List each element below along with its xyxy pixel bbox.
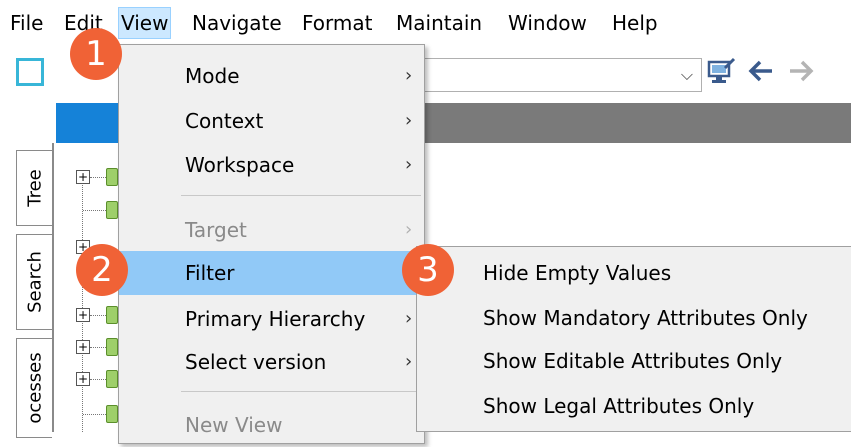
menu-item-new-view: New View bbox=[119, 403, 424, 447]
menu-item-label: Filter bbox=[185, 261, 235, 285]
tree-connector bbox=[90, 177, 106, 179]
view-menu-dropdown: Mode › Context › Workspace › Target › Fi… bbox=[118, 44, 425, 444]
submenu-arrow-icon: › bbox=[405, 351, 413, 372]
submenu-arrow-icon: › bbox=[405, 154, 413, 175]
menu-item-context[interactable]: Context › bbox=[119, 99, 424, 143]
menu-item-target: Target › bbox=[119, 208, 424, 252]
menu-navigate[interactable]: Navigate bbox=[190, 8, 284, 38]
tree-expand-icon[interactable]: + bbox=[76, 372, 90, 386]
tab-processes-label: ocesses bbox=[24, 352, 45, 424]
submenu-arrow-icon: › bbox=[405, 308, 413, 329]
filter-submenu: Hide Empty Values Show Mandatory Attribu… bbox=[416, 246, 851, 432]
tree-node-icon[interactable] bbox=[106, 370, 118, 388]
tree-connector bbox=[90, 347, 106, 349]
tree-header-bar bbox=[56, 103, 118, 143]
tree-expand-icon[interactable]: + bbox=[76, 170, 90, 184]
tab-search[interactable]: Search bbox=[16, 234, 52, 330]
menu-item-label: Target bbox=[185, 218, 247, 242]
menu-item-filter[interactable]: Filter bbox=[119, 251, 424, 295]
menu-separator bbox=[181, 391, 421, 392]
back-arrow-icon[interactable] bbox=[746, 56, 776, 92]
tree-expand-icon[interactable]: + bbox=[76, 340, 90, 354]
tab-processes[interactable]: ocesses bbox=[16, 338, 52, 438]
menu-item-primary-hierarchy[interactable]: Primary Hierarchy › bbox=[119, 297, 424, 341]
tree-connector bbox=[90, 315, 106, 317]
tree-connector bbox=[83, 414, 106, 416]
editor-header-bar bbox=[420, 103, 851, 143]
menu-view[interactable]: View bbox=[118, 7, 172, 39]
menu-item-label: New View bbox=[185, 413, 283, 437]
step-badge-1: 1 bbox=[70, 28, 122, 80]
menu-file[interactable]: File bbox=[8, 8, 45, 38]
tree-node-icon[interactable] bbox=[106, 201, 118, 219]
workspace-square-icon[interactable] bbox=[16, 58, 44, 86]
tree-connector bbox=[90, 379, 106, 381]
submenu-arrow-icon: › bbox=[405, 65, 413, 86]
forward-arrow-icon[interactable] bbox=[786, 56, 816, 92]
tree-node-icon[interactable] bbox=[106, 168, 118, 186]
submenu-arrow-icon: › bbox=[405, 219, 413, 240]
menu-separator bbox=[181, 195, 421, 196]
submenu-arrow-icon: › bbox=[405, 110, 413, 131]
menu-item-mode[interactable]: Mode › bbox=[119, 54, 424, 98]
submenu-item-show-mandatory-attributes[interactable]: Show Mandatory Attributes Only bbox=[483, 296, 808, 340]
tree-node-icon[interactable] bbox=[106, 405, 118, 423]
submenu-item-hide-empty-values[interactable]: Hide Empty Values bbox=[483, 251, 671, 295]
tab-search-label: Search bbox=[24, 251, 45, 313]
menu-item-label: Mode bbox=[185, 64, 240, 88]
menu-item-label: Workspace bbox=[185, 153, 295, 177]
menu-item-select-version[interactable]: Select version › bbox=[119, 340, 424, 384]
step-badge-2: 2 bbox=[76, 244, 128, 296]
tab-tree-label: Tree bbox=[24, 169, 45, 207]
submenu-item-show-legal-attributes[interactable]: Show Legal Attributes Only bbox=[483, 384, 754, 428]
menu-item-workspace[interactable]: Workspace › bbox=[119, 143, 424, 187]
chevron-down-icon[interactable]: ⌵ bbox=[672, 58, 702, 92]
menu-format[interactable]: Format bbox=[300, 8, 374, 38]
context-combobox[interactable] bbox=[420, 58, 702, 92]
menu-item-label: Primary Hierarchy bbox=[185, 307, 366, 331]
tree-panel-border bbox=[52, 143, 54, 432]
tree-connector bbox=[83, 210, 106, 212]
monitor-edit-icon[interactable] bbox=[706, 56, 736, 92]
menu-bar: File Edit View Navigate Format Maintain … bbox=[0, 0, 851, 44]
menu-item-label: Select version bbox=[185, 350, 327, 374]
menu-maintain[interactable]: Maintain bbox=[394, 8, 484, 38]
menu-help[interactable]: Help bbox=[610, 8, 660, 38]
tree-node-icon[interactable] bbox=[106, 306, 118, 324]
menu-window[interactable]: Window bbox=[506, 8, 589, 38]
submenu-item-show-editable-attributes[interactable]: Show Editable Attributes Only bbox=[483, 339, 782, 383]
tree-node-icon[interactable] bbox=[106, 338, 118, 356]
tree-expand-icon[interactable]: + bbox=[76, 308, 90, 322]
tab-tree[interactable]: Tree bbox=[16, 150, 52, 226]
step-badge-3: 3 bbox=[402, 244, 454, 296]
menu-item-label: Context bbox=[185, 109, 264, 133]
